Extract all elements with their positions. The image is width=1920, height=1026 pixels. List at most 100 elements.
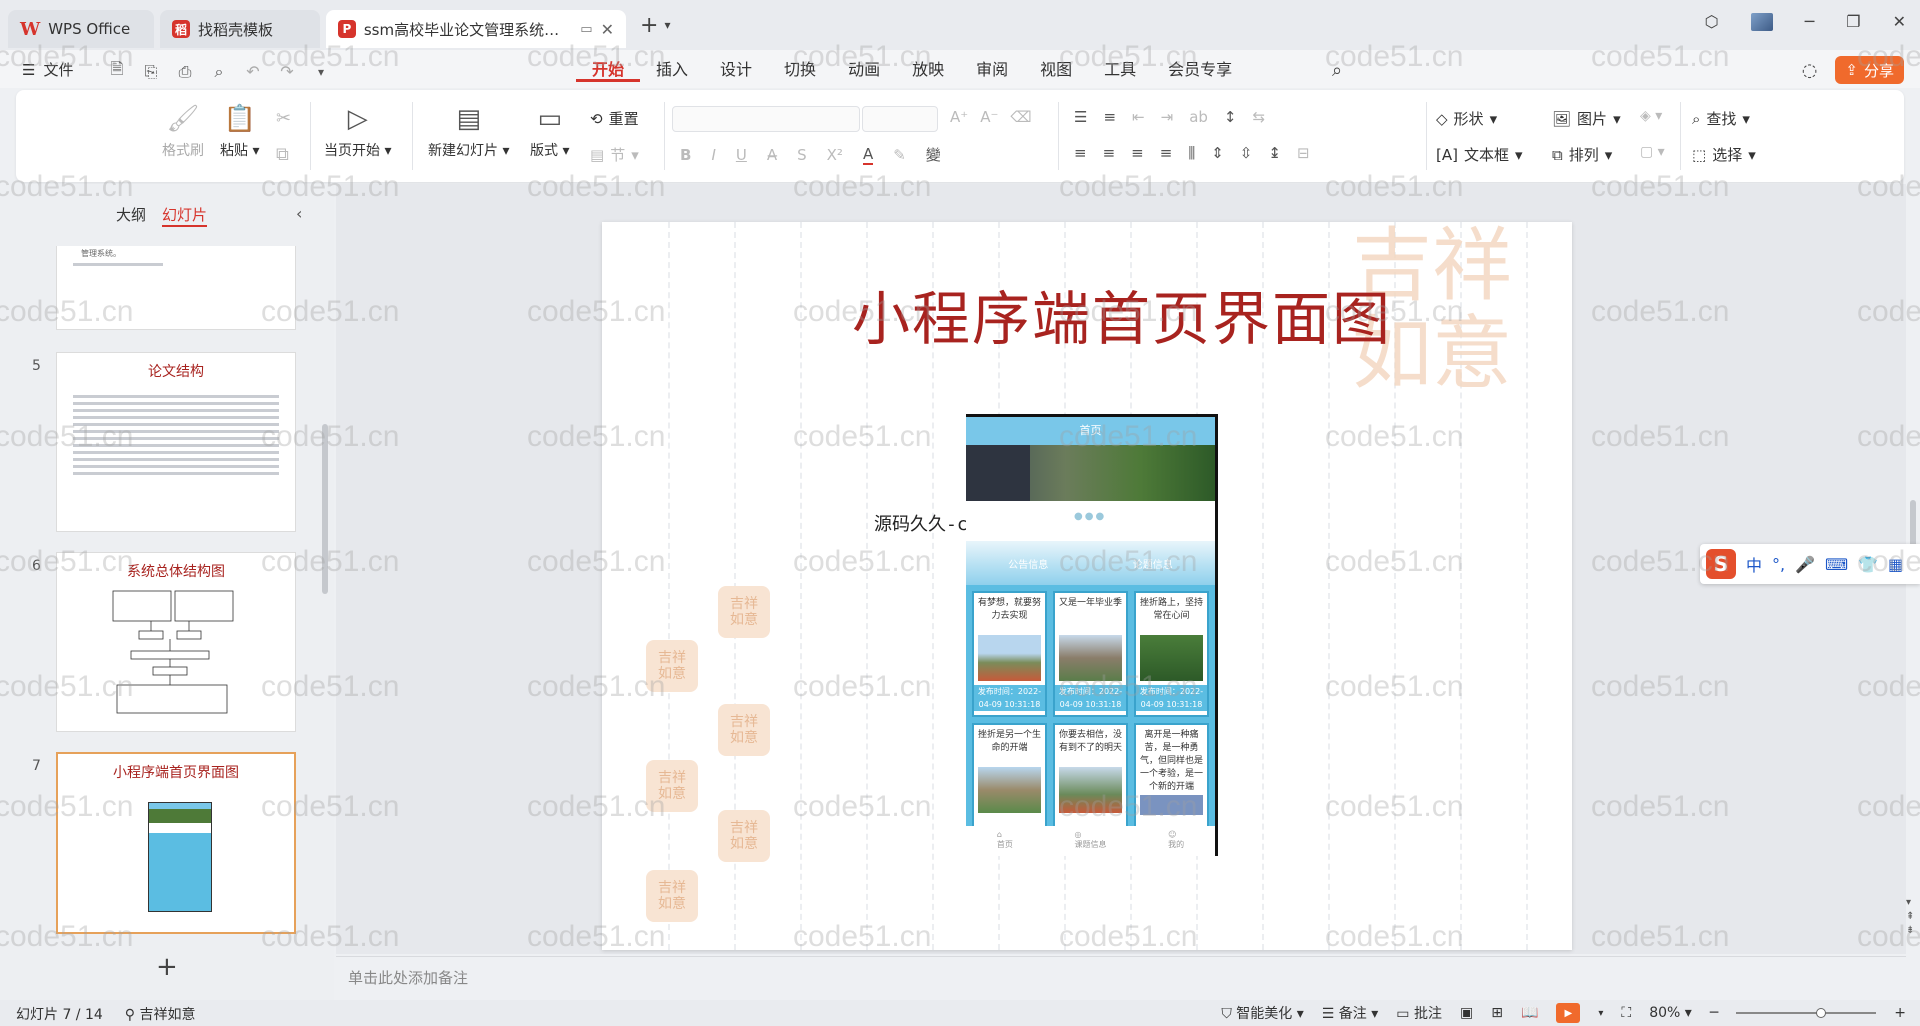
ime-toolbar[interactable]: S 中 °, 🎤 ⌨ 👕 ▦ — [1700, 544, 1920, 584]
file-menu-button[interactable]: ☰ 文件 — [22, 59, 73, 80]
tab-design[interactable]: 设计 — [704, 58, 768, 82]
close-tab-icon[interactable]: ✕ — [601, 20, 614, 39]
tab-animation[interactable]: 动画 — [832, 58, 896, 82]
zoom-in-icon[interactable]: + — [1894, 1005, 1906, 1021]
slide-title[interactable]: 小程序端首页界面图 — [822, 272, 1422, 356]
picture-button[interactable]: 🖼 图片 ▾ — [1552, 108, 1621, 129]
zoom-level[interactable]: 80% ▾ — [1649, 1005, 1692, 1021]
zoom-slider[interactable] — [1736, 1008, 1877, 1018]
toolbox-icon[interactable]: ▦ — [1888, 555, 1903, 574]
justify-icon[interactable]: ≡ — [1160, 144, 1173, 162]
decrease-indent-icon[interactable]: ⇤ — [1132, 108, 1145, 126]
theme-indicator[interactable]: ⚲ 吉祥如意 — [125, 1004, 196, 1024]
chat-icon[interactable]: ◌ — [1802, 60, 1818, 81]
format-painter-button[interactable]: 🖌 格式刷 — [162, 104, 204, 160]
increase-font-icon[interactable]: A⁺ — [950, 108, 968, 126]
sogou-icon[interactable]: S — [1706, 549, 1736, 579]
add-slide-icon[interactable]: + — [156, 952, 178, 982]
reading-view-icon[interactable]: 📖 — [1521, 1005, 1538, 1021]
text-align-icon[interactable]: ⊟ — [1297, 144, 1310, 162]
outline-icon[interactable]: ▢ ▾ — [1640, 144, 1665, 160]
export-icon[interactable]: ⎘ — [140, 62, 162, 82]
para-spacing2-icon[interactable]: ⇳ — [1240, 144, 1253, 162]
slide-thumbnail-4[interactable]: 管理系统。 — [56, 246, 296, 330]
bullet-list-icon[interactable]: ☰ — [1074, 108, 1087, 126]
screen-icon[interactable]: ▭ — [580, 22, 592, 37]
minimize-icon[interactable]: ─ — [1805, 12, 1815, 31]
convert-icon[interactable]: ⇆ — [1252, 108, 1265, 126]
normal-view-icon[interactable]: ▣ — [1460, 1005, 1473, 1021]
strikethrough-icon[interactable]: A̶ — [767, 146, 777, 164]
print-preview-icon[interactable]: ⌕ — [208, 62, 230, 82]
new-tab-icon[interactable]: + — [640, 13, 658, 38]
reset-button[interactable]: ⟲ 重置 — [590, 108, 639, 129]
tab-member[interactable]: 会员专享 — [1152, 58, 1248, 82]
bold-icon[interactable]: B — [680, 146, 691, 164]
line-spacing2-icon[interactable]: ↨ — [1268, 144, 1281, 162]
shape-button[interactable]: ◇ 形状 ▾ — [1436, 108, 1497, 129]
tab-outline[interactable]: 大纲 — [116, 204, 146, 227]
redo-icon[interactable]: ↷ — [276, 62, 298, 81]
chevron-down-icon[interactable]: ▾ — [1598, 1008, 1603, 1019]
paragraph-spacing-icon[interactable]: ⇕ — [1211, 144, 1224, 162]
current-slide[interactable]: 吉祥 如意 吉祥 如意 吉祥 如意 吉祥 如意 吉祥 如意 吉祥 如意 吉祥 如意 小程序端首… — [602, 222, 1572, 950]
line-spacing-icon[interactable]: ↕ — [1224, 108, 1237, 126]
slide-thumbnail-6[interactable]: 系统总体结构图 — [56, 552, 296, 732]
tab-presentation[interactable]: P ssm高校毕业论文管理系统小程 ▭ ✕ — [326, 10, 626, 48]
new-slide-button[interactable]: ▤ 新建幻灯片 ▾ — [428, 104, 509, 160]
arrange-button[interactable]: ⧉ 排列 ▾ — [1552, 144, 1612, 165]
punctuation-icon[interactable]: °, — [1772, 555, 1785, 574]
comments-button[interactable]: ▭ 批注 — [1396, 1003, 1442, 1023]
restore-icon[interactable]: ❐ — [1846, 12, 1860, 31]
underline-icon[interactable]: U — [736, 146, 747, 164]
sorter-view-icon[interactable]: ⊞ — [1491, 1005, 1503, 1021]
skin-icon[interactable]: 👕 — [1858, 555, 1878, 574]
superscript-icon[interactable]: X² — [827, 146, 843, 164]
tab-view[interactable]: 视图 — [1024, 58, 1088, 82]
tab-transition[interactable]: 切换 — [768, 58, 832, 82]
tab-slides[interactable]: 幻灯片 — [162, 204, 208, 227]
microphone-icon[interactable]: 🎤 — [1795, 555, 1815, 574]
fill-icon[interactable]: ◈ ▾ — [1640, 108, 1662, 124]
align-center-icon[interactable]: ≡ — [1103, 144, 1116, 162]
italic-icon[interactable]: I — [711, 146, 715, 164]
tab-insert[interactable]: 插入 — [640, 58, 704, 82]
keyboard-icon[interactable]: ⌨ — [1825, 555, 1848, 574]
decrease-font-icon[interactable]: A⁻ — [980, 108, 998, 126]
zoom-out-icon[interactable]: ─ — [1710, 1005, 1718, 1021]
chevron-down-icon[interactable]: ▾ — [664, 18, 670, 32]
save-icon[interactable]: 🗎 — [106, 58, 128, 85]
numbered-list-icon[interactable]: ≡ — [1103, 108, 1116, 126]
find-button[interactable]: ⌕ 查找 ▾ — [1692, 108, 1750, 129]
align-right-icon[interactable]: ≡ — [1131, 144, 1144, 162]
clear-format-icon[interactable]: ⌫ — [1010, 108, 1031, 126]
paste-button[interactable]: 📋 粘贴 ▾ — [220, 104, 259, 160]
textbox-button[interactable]: [A] 文本框 ▾ — [1436, 144, 1523, 165]
font-color-icon[interactable]: A — [862, 145, 874, 165]
print-icon[interactable]: ⎙ — [174, 62, 196, 82]
cube-icon[interactable]: ⬡ — [1705, 12, 1719, 31]
tab-wps-office[interactable]: W WPS Office — [8, 10, 154, 48]
close-window-icon[interactable]: ✕ — [1893, 12, 1906, 31]
phone-screenshot[interactable]: 首页 ●●● 公告信息 论题信息 有梦想，就要努力去实现 发布时间：2022-0… — [966, 414, 1218, 856]
slide-thumbnail-7[interactable]: 小程序端首页界面图 — [56, 752, 296, 934]
scrollbar-thumb[interactable] — [1910, 500, 1916, 550]
text-direction-icon[interactable]: ab — [1189, 108, 1208, 126]
slide-thumbnail-5[interactable]: 论文结构 — [56, 352, 296, 532]
notes-pane[interactable]: 单击此处添加备注 — [336, 956, 1906, 996]
select-button[interactable]: ⬚ 选择 ▾ — [1692, 144, 1756, 165]
chevron-down-icon[interactable]: ▾ — [310, 65, 332, 79]
font-size-select[interactable] — [862, 106, 938, 132]
ime-mode[interactable]: 中 — [1746, 552, 1762, 576]
start-from-current-button[interactable]: ▷ 当页开始 ▾ — [324, 104, 391, 160]
zoom-slider-knob[interactable] — [1816, 1008, 1827, 1018]
cut-icon[interactable]: ✂ — [276, 108, 291, 129]
shadow-icon[interactable]: S — [797, 146, 807, 164]
slideshow-play-button[interactable]: ▶ — [1556, 1003, 1581, 1023]
notes-button[interactable]: ☰ 备注 ▾ — [1322, 1003, 1379, 1023]
collapse-panel-icon[interactable]: ‹ — [296, 204, 302, 223]
phonetic-icon[interactable]: 變 — [926, 144, 941, 165]
scroll-arrows[interactable]: ▾ ⇞ ⇟ — [1906, 896, 1914, 938]
copy-icon[interactable]: ⧉ — [276, 144, 289, 165]
tab-home[interactable]: 开始 — [576, 58, 641, 82]
